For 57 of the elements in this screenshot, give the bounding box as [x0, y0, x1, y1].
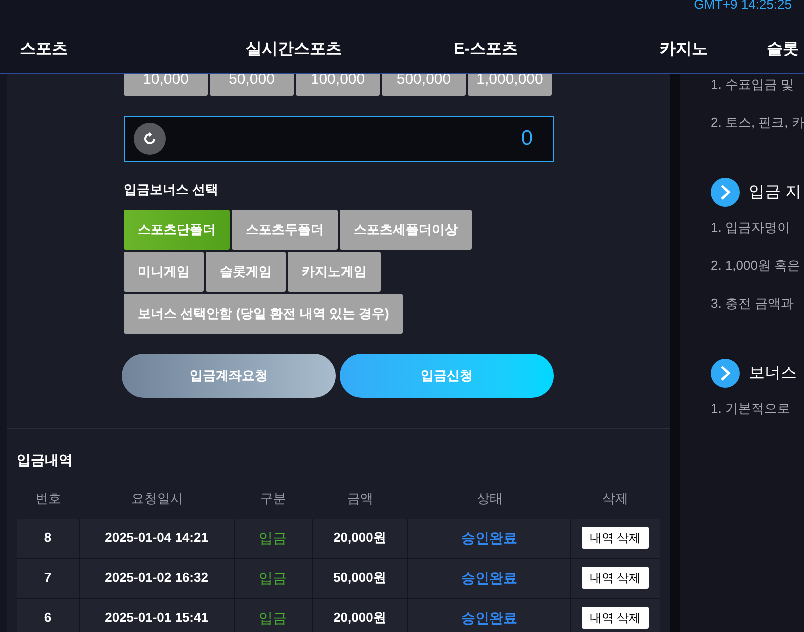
request-button[interactable]: 입금계좌요청	[122, 354, 336, 398]
table-cell: 6	[17, 598, 80, 632]
column-header: 번호	[34, 490, 62, 508]
table-cell: 20,000원	[312, 518, 408, 558]
nav-tab[interactable]: 스포츠	[0, 38, 70, 62]
reset-icon[interactable]	[134, 123, 166, 155]
notice-text: 3. 충전 금액과	[711, 295, 796, 313]
bonus-option[interactable]: 미니게임	[124, 252, 204, 292]
submit-button[interactable]: 입금신청	[340, 354, 554, 398]
table-cell: 승인완료	[408, 598, 572, 632]
table-cell: 입금	[234, 558, 313, 598]
bonus-option[interactable]: 스포츠세폴더이상	[340, 210, 472, 250]
bonus-option[interactable]: 스포츠단폴더	[124, 210, 230, 250]
table-cell: 2025-01-04 14:21	[80, 518, 235, 558]
notice-text: 1. 입금자명이	[711, 219, 792, 237]
table-cell: 입금	[234, 518, 313, 558]
column-header: 삭제	[602, 490, 630, 508]
amount-button[interactable]: 500,000	[382, 74, 466, 96]
notice-text: 1. 수표입금 및	[711, 76, 796, 94]
column-header: 금액	[346, 490, 374, 508]
table-cell: 승인완료	[408, 518, 572, 558]
nav-tab[interactable]: E-스포츠	[342, 38, 518, 62]
notice-heading: 입금 지	[749, 182, 802, 202]
delete-button[interactable]: 내역 삭제	[582, 567, 650, 589]
column-header: 구분	[260, 490, 288, 508]
amount-button[interactable]: 100,000	[296, 74, 380, 96]
amount-button[interactable]: 50,000	[210, 74, 294, 96]
nav-tab[interactable]: 슬롯	[708, 38, 799, 62]
bonus-option[interactable]: 슬롯게임	[206, 252, 286, 292]
chevron-icon	[711, 178, 740, 207]
clock-text: GMT+9 14:25:25	[694, 0, 792, 14]
table-cell: 2025-01-02 16:32	[80, 558, 235, 598]
chevron-icon	[711, 359, 740, 388]
nav-tab[interactable]: 카지노	[518, 38, 708, 62]
bonus-option[interactable]: 스포츠두폴더	[232, 210, 338, 250]
column-header: 요청일시	[130, 490, 184, 508]
amount-button[interactable]: 10,000	[124, 74, 208, 96]
bonus-title: 입금보너스 선택	[124, 181, 219, 199]
column-header: 상태	[476, 490, 504, 508]
table-cell: 20,000원	[312, 598, 408, 632]
bonus-option[interactable]: 카지노게임	[288, 252, 381, 292]
delete-button[interactable]: 내역 삭제	[582, 527, 650, 549]
table-cell: 2025-01-01 15:41	[80, 598, 235, 632]
nav-tab[interactable]: 실시간스포츠	[70, 38, 342, 62]
table-cell: 8	[17, 518, 80, 558]
table-cell: 승인완료	[408, 558, 572, 598]
table-cell: 7	[17, 558, 80, 598]
notice-text: 2. 1,000원 혹은	[711, 257, 802, 275]
delete-button[interactable]: 내역 삭제	[582, 607, 650, 629]
amount-field[interactable]: 0	[124, 116, 554, 162]
history-title: 입금내역	[17, 452, 73, 468]
amount-button[interactable]: 1,000,000	[468, 74, 552, 96]
bonus-option[interactable]: 보너스 선택안함 (당일 환전 내역 있는 경우)	[124, 294, 404, 334]
table-cell: 50,000원	[312, 558, 408, 598]
notice-heading: 보너스	[749, 364, 797, 384]
table-cell: 입금	[234, 598, 313, 632]
notice-text: 1. 기본적으로	[711, 400, 792, 418]
